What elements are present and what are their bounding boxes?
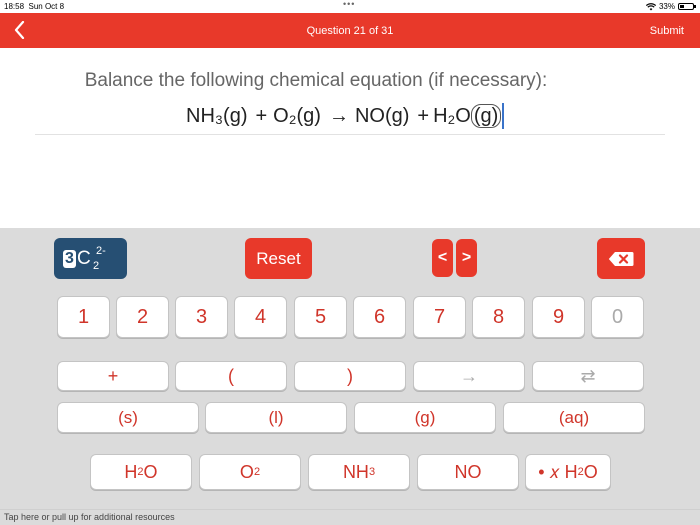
reset-button[interactable]: Reset bbox=[245, 238, 312, 279]
key-state-solid[interactable]: (s) bbox=[57, 402, 199, 433]
battery-percent: 33% bbox=[658, 2, 675, 11]
question-prompt: Balance the following chemical equation … bbox=[84, 70, 548, 91]
cursor-right-button[interactable]: > bbox=[456, 239, 477, 277]
key-open-paren[interactable]: ( bbox=[175, 361, 287, 391]
mode-charge: 2- bbox=[96, 245, 106, 257]
selected-state[interactable]: (g) bbox=[470, 104, 502, 128]
key-equilibrium-arrow[interactable]: ⇄ bbox=[532, 361, 644, 391]
cursor-arrows: < > bbox=[432, 239, 477, 277]
reaction-arrow: → bbox=[328, 104, 349, 127]
resources-hint[interactable]: Tap here or pull up for additional resou… bbox=[0, 509, 700, 525]
header-bar: Question 21 of 31 Submit bbox=[0, 13, 700, 48]
key-state-liquid[interactable]: (l) bbox=[205, 402, 347, 433]
key-2[interactable]: 2 bbox=[116, 296, 169, 338]
product-term[interactable]: NO(g) bbox=[355, 105, 409, 128]
plus-sign: + bbox=[255, 104, 268, 127]
key-state-gas[interactable]: (g) bbox=[354, 402, 496, 433]
key-state-aqueous[interactable]: (aq) bbox=[503, 402, 645, 433]
battery-icon bbox=[678, 3, 696, 10]
key-7[interactable]: 7 bbox=[413, 296, 466, 338]
key-nitric-oxide[interactable]: NO bbox=[417, 454, 519, 490]
key-close-paren[interactable]: ) bbox=[294, 361, 406, 391]
mode-subscript: 2 bbox=[93, 260, 100, 272]
wifi-icon bbox=[645, 2, 656, 10]
mode-digit: 3 bbox=[63, 249, 76, 268]
plus-sign: + bbox=[417, 104, 430, 127]
key-reaction-arrow[interactable]: → bbox=[413, 361, 525, 391]
mode-letter: C bbox=[77, 247, 91, 269]
key-ammonia[interactable]: NH 3 bbox=[308, 454, 410, 490]
status-time: 18:58 Sun Oct 8 bbox=[4, 2, 65, 11]
reactant-term[interactable]: O₂(g) bbox=[273, 105, 321, 128]
key-hydrate[interactable]: • 𝑥 H2O bbox=[525, 454, 611, 490]
reactant-term[interactable]: NH₃(g) bbox=[186, 105, 247, 128]
key-water[interactable]: H2O bbox=[90, 454, 192, 490]
submit-button[interactable]: Submit bbox=[650, 25, 684, 37]
equation-input[interactable]: NH₃(g) + O₂(g) → NO(g) + H₂O (g) bbox=[186, 103, 505, 129]
key-5[interactable]: 5 bbox=[294, 296, 347, 338]
equation-divider bbox=[35, 134, 665, 135]
status-bar: 18:58 Sun Oct 8 ••• 33% bbox=[0, 0, 700, 13]
multitasking-dots-icon[interactable]: ••• bbox=[343, 0, 355, 9]
backspace-icon bbox=[608, 251, 634, 266]
key-3[interactable]: 3 bbox=[175, 296, 228, 338]
cursor-left-button[interactable]: < bbox=[432, 239, 453, 277]
chemistry-keyboard: 3 C 2- 2 Reset < > 1 2 3 4 5 6 7 8 9 0 +… bbox=[0, 228, 700, 509]
key-0[interactable]: 0 bbox=[591, 296, 644, 338]
question-counter: Question 21 of 31 bbox=[306, 25, 394, 37]
key-4[interactable]: 4 bbox=[234, 296, 287, 338]
product-term[interactable]: H₂O (g) bbox=[433, 104, 502, 128]
key-8[interactable]: 8 bbox=[472, 296, 525, 338]
text-cursor bbox=[502, 103, 505, 129]
key-9[interactable]: 9 bbox=[532, 296, 585, 338]
backspace-button[interactable] bbox=[597, 238, 645, 279]
status-right: 33% bbox=[645, 2, 696, 11]
key-plus[interactable]: + bbox=[57, 361, 169, 391]
mode-toggle-button[interactable]: 3 C 2- 2 bbox=[54, 238, 127, 279]
key-1[interactable]: 1 bbox=[57, 296, 110, 338]
key-oxygen[interactable]: O2 bbox=[199, 454, 301, 490]
key-6[interactable]: 6 bbox=[353, 296, 406, 338]
